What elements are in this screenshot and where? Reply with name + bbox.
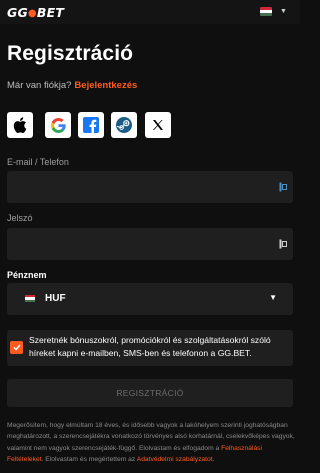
- legal-notice: Megerősítem, hogy elmúltam 18 éves, és i…: [7, 420, 297, 466]
- password-field-box[interactable]: [7, 228, 293, 260]
- login-link[interactable]: Bejelentkezés: [74, 80, 137, 91]
- consent-text: Szeretnék bónuszokról, promóciókról és s…: [29, 335, 271, 358]
- consent-box: Szeretnék bónuszokról, promóciókról és s…: [7, 330, 293, 366]
- top-bar: GG●BET ▼: [0, 0, 300, 24]
- legal-text-2: . Elolvastam és megértettem az: [41, 456, 136, 464]
- x-login-button[interactable]: [145, 112, 171, 138]
- check-icon: [12, 344, 21, 351]
- register-button[interactable]: REGISZTRÁCIÓ: [7, 379, 293, 407]
- password-label: Jelszó: [7, 213, 33, 223]
- logo-text-bet: BET: [36, 5, 65, 20]
- chevron-down-icon: ▼: [269, 293, 277, 302]
- hungary-flag-icon: [25, 295, 35, 302]
- input-assist-icon[interactable]: [279, 239, 287, 249]
- apple-icon: [13, 117, 27, 133]
- consent-checkbox[interactable]: [10, 341, 23, 354]
- password-field[interactable]: [7, 228, 293, 260]
- email-field[interactable]: [7, 171, 293, 203]
- page-title: Regisztráció: [7, 42, 134, 65]
- have-account-text: Már van fiókja?: [7, 80, 72, 91]
- x-icon: [153, 120, 163, 130]
- currency-value: HUF: [45, 293, 66, 304]
- facebook-login-button[interactable]: [78, 112, 104, 138]
- ggbet-logo[interactable]: GG●BET: [7, 5, 64, 20]
- currency-select[interactable]: HUF ▼: [7, 283, 293, 315]
- language-flag-icon[interactable]: [260, 7, 272, 16]
- login-prompt: Már van fiókja? Bejelentkezés: [7, 80, 137, 91]
- chevron-down-icon[interactable]: ▼: [280, 8, 287, 15]
- input-assist-icon[interactable]: [279, 182, 287, 192]
- logo-dot: ●: [27, 8, 37, 19]
- legal-text-3: .: [212, 456, 215, 464]
- logo-text-gg: GG: [7, 5, 28, 20]
- email-label: E-mail / Telefon: [7, 157, 69, 167]
- email-field-box[interactable]: [7, 171, 293, 203]
- google-login-button[interactable]: [45, 112, 71, 138]
- steam-icon: [116, 117, 132, 133]
- facebook-icon: [83, 117, 99, 133]
- currency-label: Pénznem: [7, 270, 47, 280]
- apple-login-button[interactable]: [7, 112, 33, 138]
- steam-login-button[interactable]: [111, 112, 137, 138]
- google-icon: [50, 117, 66, 133]
- privacy-link[interactable]: Adatvédelmi szabályzatot: [137, 456, 213, 463]
